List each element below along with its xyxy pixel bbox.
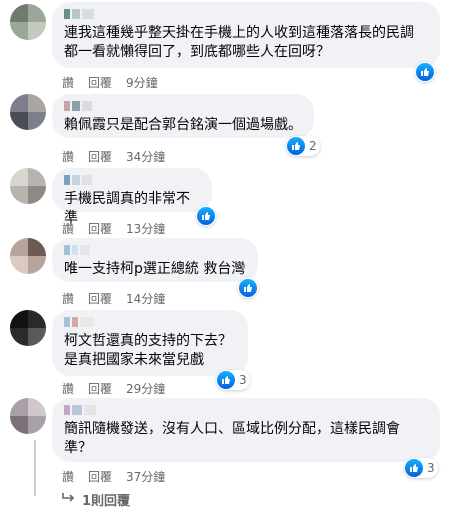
reaction-badge[interactable]: 3 — [404, 458, 438, 478]
reply-link[interactable]: 回覆 — [88, 220, 112, 237]
avatar[interactable] — [10, 238, 46, 274]
reply-link[interactable]: 回覆 — [88, 74, 112, 91]
thread-line — [34, 440, 36, 496]
timestamp[interactable]: 9分鐘 — [126, 74, 158, 91]
author-name-blurred[interactable] — [64, 316, 236, 328]
comment-text: 柯文哲還真的支持的下去？ 是真把國家未來當兒戲 — [64, 333, 232, 368]
view-replies-link[interactable]: 1則回覆 — [62, 490, 130, 509]
reply-link[interactable]: 回覆 — [88, 468, 112, 485]
comment-text: 簡訊隨機發送，沒有人口、區域比例分配，這樣民調會 準？ — [64, 421, 400, 456]
author-name-blurred[interactable] — [64, 100, 302, 112]
like-link[interactable]: 讚 — [62, 148, 74, 165]
reaction-count: 3 — [239, 373, 247, 387]
thumbs-up-icon — [197, 207, 215, 225]
comment-actions: 讚 回覆 14分鐘 — [62, 290, 165, 307]
comment-bubble: 柯文哲還真的支持的下去？ 是真把國家未來當兒戲 — [52, 310, 248, 376]
comment-actions: 讚 回覆 9分鐘 — [62, 74, 158, 91]
comment-bubble: 賴佩霞只是配合郭台銘演一個過場戲。 — [52, 94, 314, 138]
author-name-blurred[interactable] — [64, 404, 428, 416]
timestamp[interactable]: 13分鐘 — [126, 220, 165, 237]
author-name-blurred[interactable] — [64, 8, 428, 20]
author-name-blurred[interactable] — [64, 244, 246, 256]
like-link[interactable]: 讚 — [62, 74, 74, 91]
timestamp[interactable]: 37分鐘 — [126, 468, 165, 485]
like-link[interactable]: 讚 — [62, 290, 74, 307]
comment-actions: 讚 回覆 13分鐘 — [62, 220, 165, 237]
avatar[interactable] — [10, 310, 46, 346]
reaction-badge[interactable] — [196, 206, 216, 226]
reaction-badge[interactable]: 2 — [286, 136, 320, 156]
comment-actions: 讚 回覆 37分鐘 — [62, 468, 165, 485]
comment-text: 連我這種幾乎整天掛在手機上的人收到這種落落長的民調 都一看就懶得回了，到底都哪些… — [64, 25, 414, 60]
timestamp[interactable]: 29分鐘 — [126, 380, 165, 397]
comment-actions: 讚 回覆 29分鐘 — [62, 380, 165, 397]
avatar[interactable] — [10, 94, 46, 130]
thumbs-up-icon — [287, 137, 305, 155]
thumbs-up-icon — [217, 371, 235, 389]
like-link[interactable]: 讚 — [62, 468, 74, 485]
reply-arrow-icon — [62, 492, 76, 508]
reaction-count: 2 — [309, 139, 317, 153]
comment-text: 唯一支持柯p選正總統 救台灣 — [64, 261, 246, 277]
comment-bubble: 簡訊隨機發送，沒有人口、區域比例分配，這樣民調會 準？ — [52, 398, 440, 462]
reply-link[interactable]: 回覆 — [88, 148, 112, 165]
comment-bubble: 連我這種幾乎整天掛在手機上的人收到這種落落長的民調 都一看就懶得回了，到底都哪些… — [52, 2, 440, 68]
timestamp[interactable]: 14分鐘 — [126, 290, 165, 307]
reaction-badge[interactable]: 3 — [216, 370, 250, 390]
comment-bubble: 手機民調真的非常不準 — [52, 168, 212, 226]
avatar[interactable] — [10, 168, 46, 204]
thumbs-up-icon — [239, 279, 257, 297]
thumbs-up-icon — [405, 459, 423, 477]
like-link[interactable]: 讚 — [62, 380, 74, 397]
reaction-badge[interactable] — [238, 278, 258, 298]
comment-bubble: 唯一支持柯p選正總統 救台灣 — [52, 238, 258, 282]
like-link[interactable]: 讚 — [62, 220, 74, 237]
comment-text: 賴佩霞只是配合郭台銘演一個過場戲。 — [64, 117, 302, 133]
reply-link[interactable]: 回覆 — [88, 380, 112, 397]
avatar[interactable] — [10, 398, 46, 434]
author-name-blurred[interactable] — [64, 174, 200, 186]
thumbs-up-icon — [416, 63, 434, 81]
view-replies-label: 1則回覆 — [82, 494, 131, 509]
reaction-count: 3 — [427, 461, 435, 475]
avatar[interactable] — [10, 4, 46, 40]
reply-link[interactable]: 回覆 — [88, 290, 112, 307]
comment-actions: 讚 回覆 34分鐘 — [62, 148, 165, 165]
reaction-badge[interactable] — [415, 62, 435, 82]
timestamp[interactable]: 34分鐘 — [126, 148, 165, 165]
